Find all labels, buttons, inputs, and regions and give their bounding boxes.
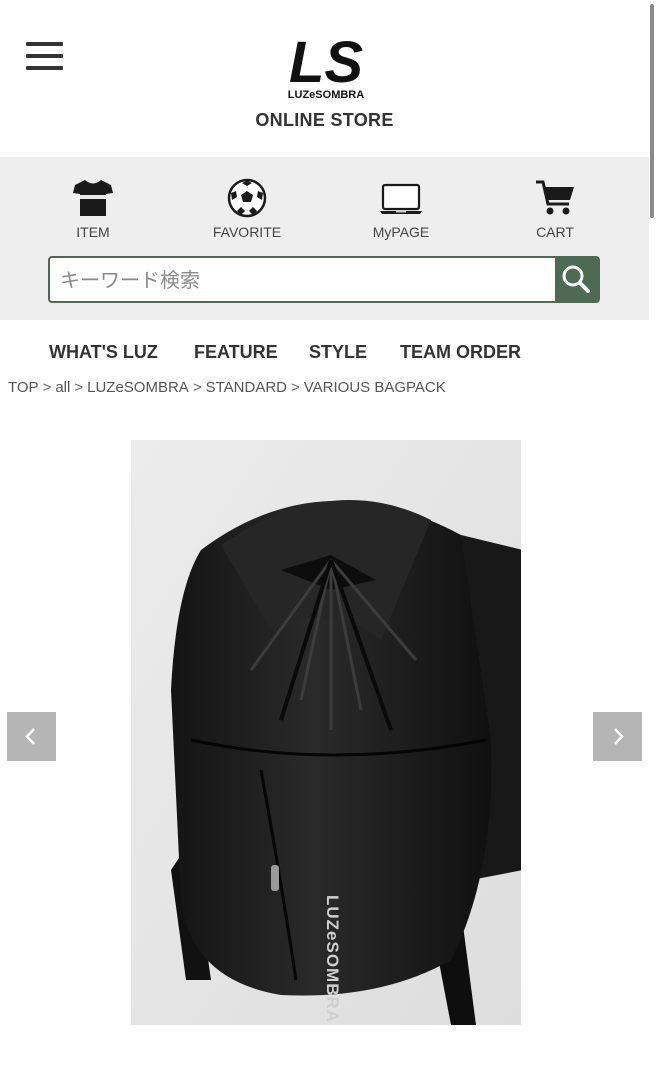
search-icon [562, 265, 590, 293]
breadcrumb-separator: > [192, 379, 202, 396]
soccer-ball-icon [227, 178, 267, 218]
backpack-illustration: LUZeSOMBRA [131, 440, 521, 1025]
breadcrumb-top[interactable]: TOP [8, 379, 39, 396]
carousel-prev-button[interactable] [7, 712, 56, 761]
main-nav-team-order[interactable]: TEAM ORDER [400, 342, 521, 363]
search-input[interactable] [50, 258, 550, 301]
chevron-left-icon [25, 728, 35, 745]
search-bar [48, 256, 600, 303]
laptop-icon [380, 183, 422, 214]
breadcrumb-separator: > [291, 379, 300, 396]
logo-mark-text: LS [289, 30, 363, 95]
carousel-next-button[interactable] [593, 712, 642, 761]
hamburger-menu-icon[interactable] [26, 42, 63, 74]
nav-item-item[interactable]: ITEM [38, 178, 148, 240]
breadcrumb-standard[interactable]: STANDARD [206, 379, 287, 396]
brand-logo[interactable]: LS LUZeSOMBRA [286, 22, 366, 102]
nav-cart-label: CART [536, 224, 574, 240]
nav-item-favorite[interactable]: FAVORITE [192, 178, 302, 240]
nav-favorite-label: FAVORITE [212, 224, 282, 240]
product-image: LUZeSOMBRA [131, 440, 521, 1025]
logo-subtext: LUZeSOMBRA [288, 89, 364, 101]
nav-mypage-label: MyPAGE [372, 224, 430, 240]
brand-logo-mark: LS LUZeSOMBRA [288, 30, 364, 101]
breadcrumb-separator: > [42, 379, 52, 396]
main-nav: WHAT'S LUZ FEATURE STYLE TEAM ORDER [0, 342, 649, 366]
cart-icon [536, 180, 574, 215]
store-label: ONLINE STORE [255, 110, 394, 130]
breadcrumb: TOP > all > LUZeSOMBRA > STANDARD > VARIOUS BAGP… [8, 379, 446, 396]
breadcrumb-current: VARIOUS BAGPACK [303, 379, 446, 396]
page-scrollbar[interactable] [650, 4, 654, 218]
site-header: LS LUZeSOMBRA ONLINE STORE [0, 0, 649, 157]
breadcrumb-all[interactable]: all [55, 379, 70, 396]
nav-item-cart[interactable]: CART [500, 178, 610, 240]
nav-item-label: ITEM [76, 224, 110, 240]
main-nav-feature[interactable]: FEATURE [194, 342, 278, 363]
backpack-brand-print: LUZeSOMBRA [323, 895, 342, 1023]
chevron-right-icon [614, 728, 624, 745]
search-button[interactable] [555, 258, 598, 301]
main-nav-style[interactable]: STYLE [309, 342, 367, 363]
breadcrumb-brand[interactable]: LUZeSOMBRA [87, 379, 189, 396]
main-nav-whats-luz[interactable]: WHAT'S LUZ [49, 342, 158, 363]
t-shirt-icon [73, 180, 113, 216]
breadcrumb-separator: > [74, 379, 84, 396]
nav-item-mypage[interactable]: MyPAGE [346, 178, 456, 240]
